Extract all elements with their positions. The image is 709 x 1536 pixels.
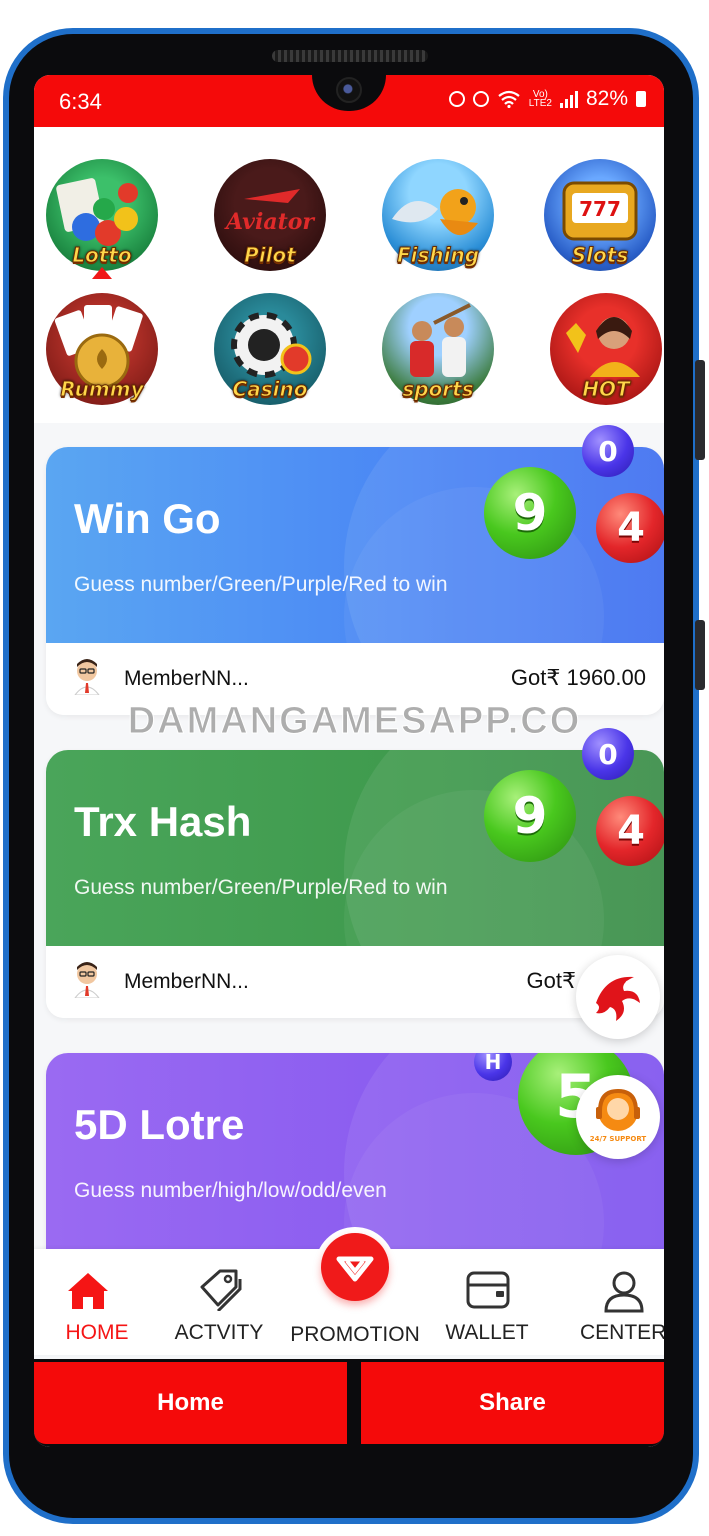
game-lotto[interactable]: Lotto [46,159,158,271]
earpiece-speaker [272,50,428,62]
game-label: Pilot [244,243,297,268]
home-icon [68,1273,108,1309]
status-icons: Vo) LTE2 82% [448,87,646,111]
app-screen: 6:34 Vo) LTE2 82% Lotto Aviator Pilot Fi… [34,75,664,1447]
aviator-logo-text: Aviator [224,209,315,235]
game-sports[interactable]: sports [382,293,494,405]
user-icon [604,1271,644,1313]
promotion-button-bg [315,1227,395,1307]
status-time: 6:34 [59,89,102,114]
wallet-icon [466,1271,510,1309]
game-card-win-go[interactable]: Win Go Guess number/Green/Purple/Red to … [46,447,664,715]
wifi-icon [498,90,520,108]
card-subtitle: Guess number/Green/Purple/Red to win [74,876,448,899]
lte-label: LTE2 [528,98,552,109]
card-banner: Win Go Guess number/Green/Purple/Red to … [46,447,664,715]
support-float-button[interactable]: 24/7 SUPPORT [576,1075,660,1159]
game-card-trx-hash[interactable]: Trx Hash Guess number/Green/Purple/Red t… [46,750,664,1018]
game-slots[interactable]: 777 Slots [544,159,656,271]
game-label: Fishing [396,243,480,268]
game-label: Casino [232,377,308,402]
game-label: HOT [582,377,630,402]
front-camera [336,77,362,103]
lte-indicator: Vo) LTE2 [528,90,552,109]
ball-nine-icon: 9 [484,770,576,862]
card-banner: Trx Hash Guess number/Green/Purple/Red t… [46,750,664,1018]
tab-activity[interactable]: ACTVITY [156,1249,282,1355]
card-title: 5D Lotre [74,1101,245,1148]
selected-indicator [92,267,112,279]
dragon-float-button[interactable] [576,955,660,1039]
tab-label: HOME [65,1321,129,1344]
game-rummy[interactable]: Rummy [46,293,158,405]
share-button[interactable]: Share [361,1362,664,1444]
promotion-button [321,1233,389,1301]
game-fishing[interactable]: Fishing [382,159,494,271]
ball-four-icon: 4 [596,796,664,866]
bottom-tab-bar: HOME ACTVITY PROMOTION WALLET CENTER [34,1227,664,1355]
ball-nine-icon: 9 [484,467,576,559]
card-subtitle: Guess number/Green/Purple/Red to win [74,573,448,596]
tab-label: ACTVITY [174,1321,264,1344]
avatar [74,659,100,695]
volume-button [695,360,705,460]
game-label: Rummy [60,377,144,402]
game-pilot[interactable]: Aviator Pilot [214,159,326,271]
diamond-icon [336,1256,374,1282]
ball-four-icon: 4 [596,493,664,563]
home-button[interactable]: Home [34,1362,347,1444]
winner-name: MemberNN... [124,667,249,690]
battery-icon [636,91,646,107]
card-winner-row: MemberNN... Got₹ [46,946,664,1018]
game-category-grid: Lotto Aviator Pilot Fishing 777 Slots Ru… [34,127,664,423]
tab-promotion[interactable]: PROMOTION [286,1227,424,1355]
svg-text:777: 777 [579,197,621,221]
winner-name: MemberNN... [124,970,249,993]
winner-amount: Got₹ [526,968,576,993]
game-label: Slots [571,243,629,268]
battery-percent: 82% [585,87,628,110]
card-subtitle: Guess number/high/low/odd/even [74,1179,387,1202]
tab-home[interactable]: HOME [34,1249,160,1355]
card-title: Win Go [74,495,221,542]
watermark: DAMANGAMESAPP.CO [127,700,582,743]
card-title: Trx Hash [74,798,252,845]
dragon-logo-icon [596,976,640,1021]
tag-icon [200,1269,242,1311]
support-label: 24/7 SUPPORT [590,1135,647,1143]
game-label: Lotto [72,243,132,268]
tab-label: CENTER [580,1321,664,1344]
avatar [74,962,100,998]
power-button [695,620,705,690]
status-bar: 6:34 Vo) LTE2 82% [34,75,664,127]
headset-support-icon: 24/7 SUPPORT [590,1088,647,1143]
tab-wallet[interactable]: WALLET [424,1249,550,1355]
winner-amount: Got₹ 1960.00 [510,665,646,690]
tab-label: WALLET [445,1321,529,1344]
ball-zero-icon: 0 [582,425,634,477]
data-saver-icon [448,91,465,107]
signal-icon [559,90,578,108]
game-casino[interactable]: Casino [214,293,326,405]
alarm-icon [472,91,489,107]
game-label: sports [402,377,474,402]
tab-label: PROMOTION [290,1323,420,1346]
bottom-action-bar: Home Share [34,1359,664,1447]
tab-center[interactable]: CENTER [554,1249,664,1355]
game-hot[interactable]: HOT [550,293,662,405]
